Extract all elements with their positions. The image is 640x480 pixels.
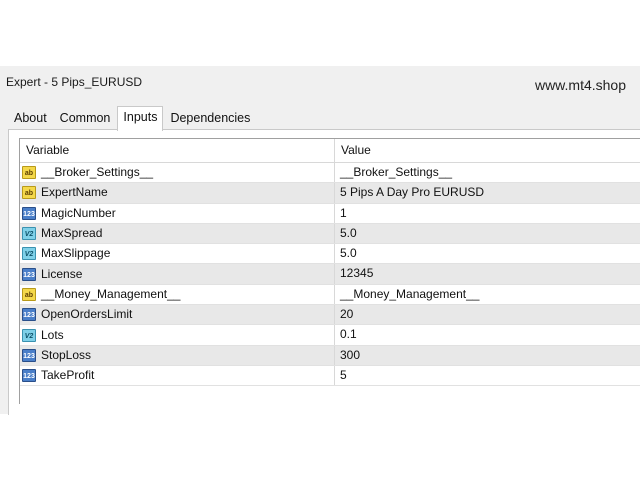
variable-cell: 123 MagicNumber — [20, 203, 335, 223]
tab-inputs[interactable]: Inputs — [117, 106, 164, 131]
variable-cell: ab __Broker_Settings__ — [20, 163, 335, 183]
variable-name: ExpertName — [41, 185, 108, 200]
variable-cell: 123 TakeProfit — [20, 365, 335, 386]
variable-name: TakeProfit — [41, 368, 95, 383]
integer-type-icon: 123 — [22, 369, 36, 383]
variable-name: StopLoss — [41, 347, 92, 362]
variable-name: MagicNumber — [41, 205, 116, 220]
string-type-icon: ab — [22, 186, 36, 200]
column-header-value[interactable]: Value — [335, 139, 640, 162]
table-row[interactable]: 123 OpenOrdersLimit 20 — [20, 305, 640, 326]
value-cell[interactable]: 1 — [335, 204, 640, 223]
integer-type-icon: 123 — [22, 267, 36, 281]
value-cell[interactable]: __Broker_Settings__ — [335, 163, 640, 182]
tab-bar: About Common Inputs Dependencies — [8, 106, 257, 131]
string-type-icon: ab — [22, 287, 36, 301]
inputs-panel: Variable Value ab __Broker_Settings__ __… — [8, 129, 640, 415]
variable-cell: V2 MaxSlippage — [20, 244, 335, 264]
table-row[interactable]: 123 StopLoss 300 — [20, 345, 640, 366]
value-cell[interactable]: 300 — [335, 346, 640, 365]
tab-dependencies[interactable]: Dependencies — [164, 106, 256, 130]
table-row[interactable]: ab __Money_Management__ __Money_Manageme… — [20, 284, 640, 306]
tab-common[interactable]: Common — [54, 106, 117, 130]
variable-name: MaxSlippage — [41, 246, 111, 261]
table-row[interactable]: V2 MaxSpread 5.0 — [20, 223, 640, 245]
table-row[interactable]: ab ExpertName 5 Pips A Day Pro EURUSD — [20, 183, 640, 204]
value-cell[interactable]: 5 Pips A Day Pro EURUSD — [335, 183, 640, 202]
integer-type-icon: 123 — [22, 206, 36, 220]
variable-cell: 123 License — [20, 264, 335, 284]
variable-cell: ab __Money_Management__ — [20, 284, 335, 305]
value-cell[interactable]: 5 — [335, 366, 640, 385]
table-row[interactable]: 123 MagicNumber 1 — [20, 203, 640, 224]
value-cell[interactable]: 5.0 — [335, 224, 640, 243]
column-header-variable[interactable]: Variable — [20, 139, 335, 162]
variable-name: __Money_Management__ — [41, 286, 181, 301]
variable-name: License — [41, 266, 83, 281]
value-cell[interactable]: 12345 — [335, 264, 640, 283]
value-cell[interactable]: __Money_Management__ — [335, 285, 640, 304]
variable-name: OpenOrdersLimit — [41, 307, 133, 322]
table-row[interactable]: V2 Lots 0.1 — [20, 325, 640, 346]
value-cell[interactable]: 0.1 — [335, 325, 640, 344]
double-type-icon: V2 — [22, 227, 36, 241]
double-type-icon: V2 — [22, 247, 36, 261]
title-bar: Expert - 5 Pips_EURUSD www.mt4.shop — [0, 66, 640, 100]
table-row[interactable]: ab __Broker_Settings__ __Broker_Settings… — [20, 163, 640, 184]
double-type-icon: V2 — [22, 328, 36, 342]
value-cell[interactable]: 5.0 — [335, 244, 640, 263]
variable-name: __Broker_Settings__ — [41, 165, 154, 180]
expert-properties-window: Expert - 5 Pips_EURUSD www.mt4.shop Abou… — [0, 66, 640, 415]
watermark-text: www.mt4.shop — [534, 77, 626, 93]
variable-cell: 123 OpenOrdersLimit — [20, 305, 335, 325]
integer-type-icon: 123 — [22, 348, 36, 362]
table-row[interactable]: 123 License 12345 — [20, 264, 640, 285]
inputs-table: Variable Value ab __Broker_Settings__ __… — [19, 138, 640, 404]
table-row[interactable]: 123 TakeProfit 5 — [20, 365, 640, 387]
variable-cell: ab ExpertName — [20, 183, 335, 203]
value-cell[interactable]: 20 — [335, 305, 640, 324]
variable-name: Lots — [41, 327, 64, 342]
tab-about[interactable]: About — [8, 106, 53, 130]
window-title: Expert - 5 Pips_EURUSD — [6, 75, 143, 89]
string-type-icon: ab — [22, 166, 36, 180]
variable-cell: 123 StopLoss — [20, 345, 335, 365]
variable-cell: V2 Lots — [20, 325, 335, 345]
variable-name: MaxSpread — [41, 226, 103, 241]
integer-type-icon: 123 — [22, 308, 36, 322]
table-header: Variable Value — [20, 139, 640, 163]
table-row[interactable]: V2 MaxSlippage 5.0 — [20, 244, 640, 265]
variable-cell: V2 MaxSpread — [20, 223, 335, 244]
